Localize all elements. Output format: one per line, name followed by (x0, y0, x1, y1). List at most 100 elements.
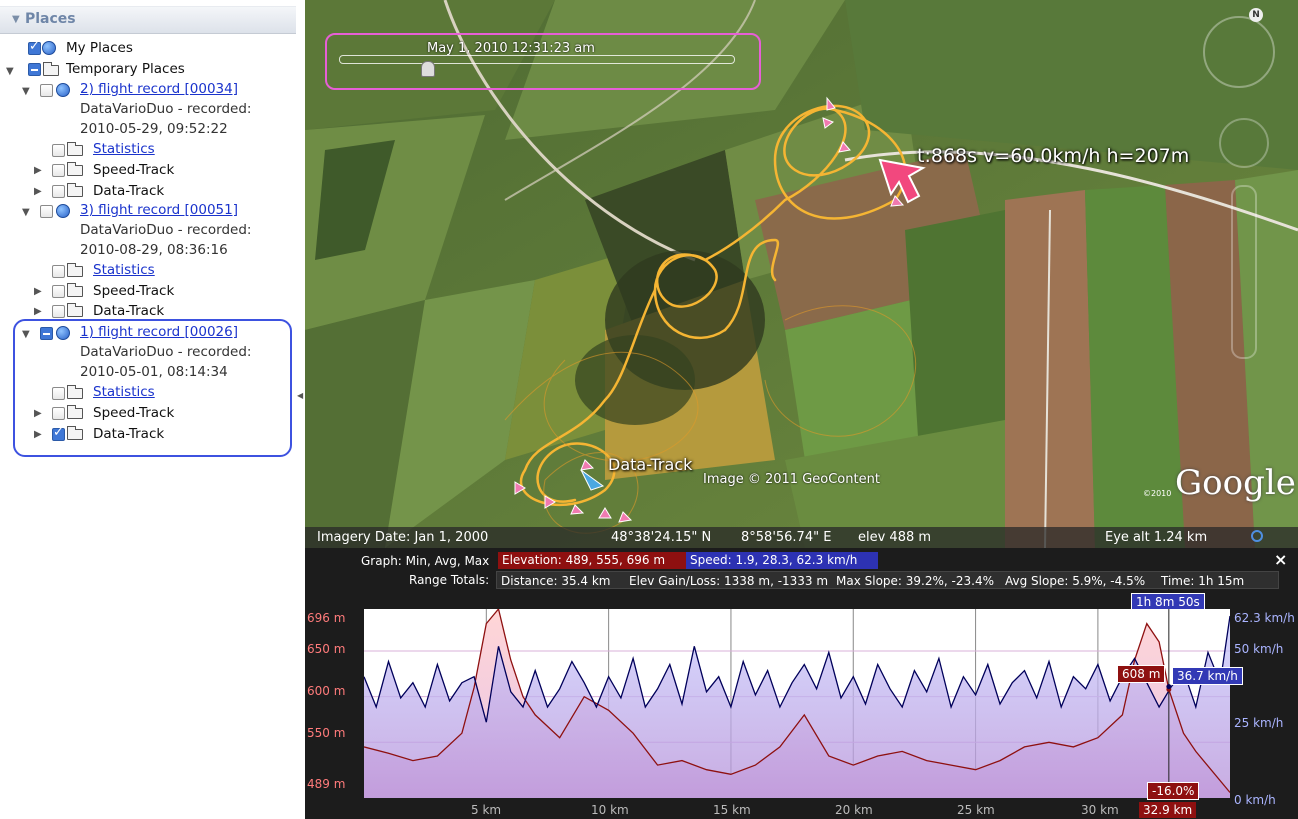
x-tick: 10 km (591, 803, 629, 817)
record-checkbox[interactable] (40, 327, 53, 340)
speed-cursor-point (1166, 684, 1172, 690)
profile-plot[interactable] (364, 609, 1230, 798)
y-left-tick: 550 m (307, 726, 346, 740)
y-left-tick: 489 m (307, 777, 346, 791)
globe-icon (42, 41, 56, 55)
y-left-tick: 600 m (307, 684, 346, 698)
latitude: 48°38'24.15" N (611, 530, 712, 545)
x-tick: 5 km (471, 803, 502, 817)
flight-record-link[interactable]: 3) flight record [00051] (80, 200, 238, 220)
record-checkbox[interactable] (40, 205, 53, 218)
elevation: elev 488 m (858, 530, 932, 545)
speed-track-label[interactable]: Speed-Track (93, 160, 174, 180)
speed-cursor-label: 36.7 km/h (1172, 667, 1243, 685)
flight-stats-label: t:868s v=60.0km/h h=207m (917, 145, 1190, 167)
range-totals-label: Range Totals: (409, 573, 490, 587)
data-track-checkbox[interactable] (52, 305, 65, 318)
longitude: 8°58'56.74" E (741, 530, 832, 545)
compass-ring[interactable] (1203, 16, 1275, 88)
expand-triangle-icon[interactable]: ▶ (34, 186, 42, 197)
globe-icon (56, 326, 70, 340)
speed-track-label[interactable]: Speed-Track (93, 281, 174, 301)
distance-cursor-label: 32.9 km (1139, 802, 1197, 818)
speed-track-checkbox[interactable] (52, 407, 65, 420)
elevation-summary[interactable]: Elevation: 489, 555, 696 m (498, 552, 686, 569)
expand-triangle-icon[interactable]: ▶ (34, 429, 42, 440)
y-left-tick: 650 m (307, 642, 346, 656)
max-slope: Max Slope: 39.2%, -23.4% (836, 574, 994, 588)
temporary-places-label[interactable]: Temporary Places (66, 59, 185, 79)
expand-triangle-icon[interactable]: ▶ (34, 165, 42, 176)
places-header[interactable]: ▼ Places (0, 6, 296, 34)
statistics-link[interactable]: Statistics (93, 382, 155, 402)
temporary-places-checkbox[interactable] (28, 63, 41, 76)
data-track-label[interactable]: Data-Track (93, 301, 164, 315)
speed-track-checkbox[interactable] (52, 164, 65, 177)
speed-track-label[interactable]: Speed-Track (93, 403, 174, 423)
loading-icon (1251, 530, 1263, 542)
flight-record-link[interactable]: 1) flight record [00026] (80, 322, 238, 342)
data-track-label[interactable]: Data-Track (93, 181, 164, 201)
my-places-checkbox[interactable] (28, 39, 41, 55)
y-right-tick: 62.3 km/h (1234, 611, 1295, 625)
north-icon[interactable]: N (1249, 8, 1263, 22)
profile-chart (364, 609, 1230, 798)
imagery-date: Imagery Date: Jan 1, 2000 (317, 530, 489, 545)
map-status-bar: Imagery Date: Jan 1, 2000 48°38'24.15" N… (305, 527, 1298, 548)
folder-icon (67, 142, 83, 156)
expand-triangle-icon[interactable]: ▶ (34, 306, 42, 317)
record-date: 2010-05-01, 08:14:34 (80, 364, 228, 380)
logo-year: ©2010 (1143, 489, 1172, 498)
look-joystick[interactable] (1219, 118, 1269, 168)
folder-icon (67, 183, 83, 197)
y-right-tick: 0 km/h (1234, 793, 1276, 807)
slider-track[interactable] (339, 55, 735, 64)
y-right-tick: 25 km/h (1234, 716, 1284, 730)
x-tick: 25 km (957, 803, 995, 817)
map-view[interactable]: May 1, 2010 12:31:23 am t:868s v=60.0km/… (305, 0, 1298, 548)
folder-icon (43, 62, 59, 76)
statistics-link[interactable]: Statistics (93, 139, 155, 159)
speed-summary[interactable]: Speed: 1.9, 28.3, 62.3 km/h (686, 552, 878, 569)
my-places-label[interactable]: My Places (66, 38, 133, 58)
eye-altitude: Eye alt 1.24 km (1105, 530, 1208, 545)
globe-icon (56, 204, 70, 218)
statistics-link[interactable]: Statistics (93, 260, 155, 280)
time-total: Time: 1h 15m (1161, 574, 1245, 588)
time-label: May 1, 2010 12:31:23 am (427, 41, 595, 56)
image-credit: Image © 2011 GeoContent (703, 472, 880, 487)
expand-triangle-icon[interactable]: ▼ (22, 329, 30, 340)
splitter-handle-icon[interactable]: ◀ (297, 391, 303, 400)
expand-triangle-icon[interactable]: ▼ (22, 86, 30, 97)
elevation-cursor-label: 608 m (1117, 665, 1166, 683)
statistics-checkbox[interactable] (52, 387, 65, 400)
record-checkbox[interactable] (40, 84, 53, 97)
data-track-checkbox[interactable] (52, 185, 65, 198)
google-logo: Google (1175, 463, 1296, 503)
globe-icon (56, 83, 70, 97)
data-track-label[interactable]: Data-Track (93, 424, 164, 444)
record-date: 2010-08-29, 08:36:16 (80, 242, 228, 258)
expand-triangle-icon[interactable]: ▶ (34, 408, 42, 419)
expand-triangle-icon[interactable]: ▼ (22, 207, 30, 218)
expand-triangle-icon[interactable]: ▶ (34, 286, 42, 297)
record-description: DataVarioDuo - recorded: (80, 344, 252, 360)
elev-gain-loss: Elev Gain/Loss: 1338 m, -1333 m (629, 574, 829, 588)
statistics-checkbox[interactable] (52, 265, 65, 278)
x-tick: 30 km (1081, 803, 1119, 817)
graph-minavgmax-label: Graph: Min, Avg, Max (361, 554, 490, 568)
time-slider[interactable]: May 1, 2010 12:31:23 am (325, 33, 761, 90)
slider-thumb[interactable] (421, 61, 435, 77)
record-description: DataVarioDuo - recorded: (80, 222, 252, 238)
collapse-triangle-icon[interactable]: ▼ (12, 14, 20, 25)
zoom-slider[interactable] (1231, 185, 1257, 359)
speed-track-checkbox[interactable] (52, 285, 65, 298)
data-track-checkbox[interactable] (52, 425, 65, 441)
statistics-checkbox[interactable] (52, 144, 65, 157)
flight-record-link[interactable]: 2) flight record [00034] (80, 79, 238, 99)
folder-icon (67, 283, 83, 297)
close-icon[interactable]: × (1274, 550, 1287, 569)
y-left-tick: 696 m (307, 611, 346, 625)
places-title: Places (25, 11, 76, 27)
expand-triangle-icon[interactable]: ▼ (6, 66, 14, 77)
